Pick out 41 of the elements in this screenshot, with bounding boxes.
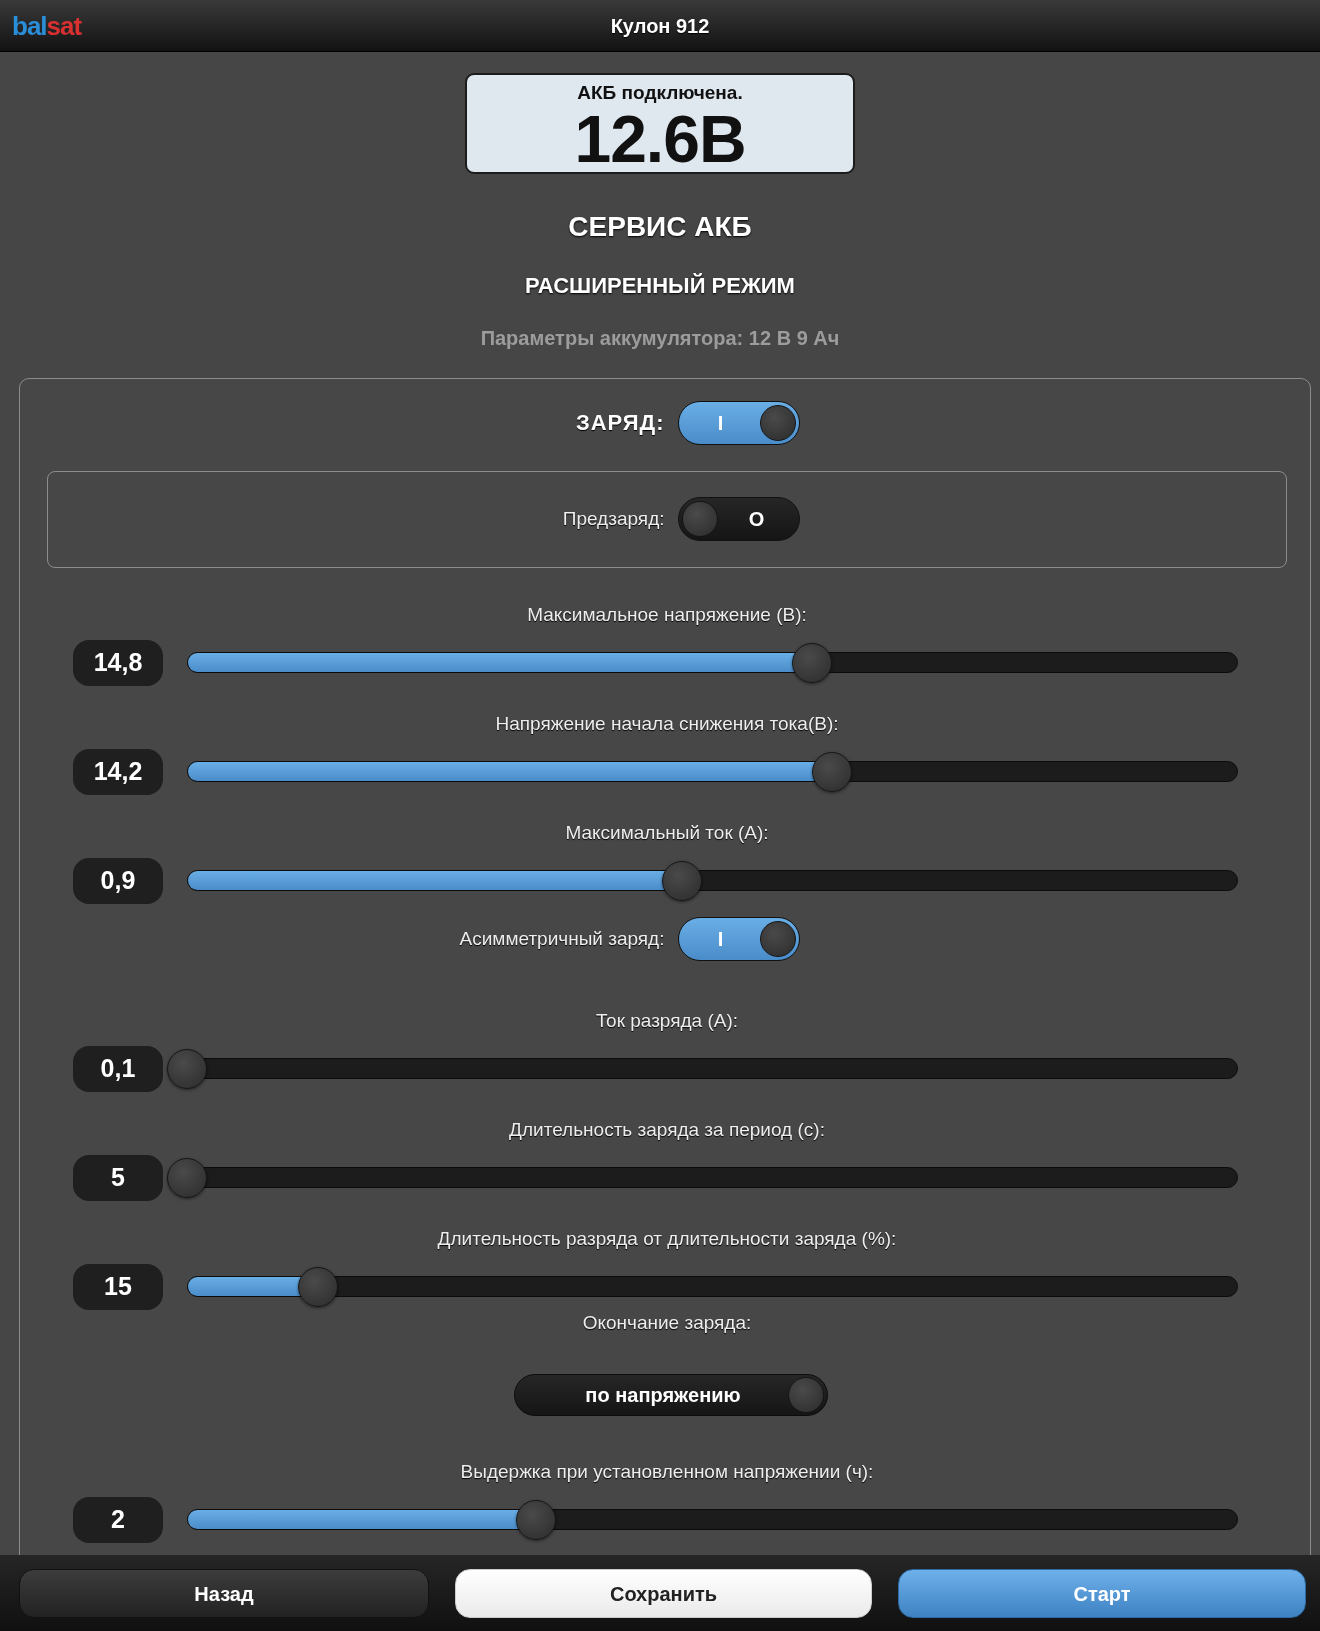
slider-label: Выдержка при установленном напряжении (ч):	[460, 1461, 874, 1482]
battery-info: Параметры аккумулятора: 12 В 9 Ач	[480, 325, 840, 351]
toggle-thumb[interactable]	[759, 404, 796, 441]
slider-label: Длительность разряда от длительности заряда (%):	[437, 1228, 897, 1249]
toggle-switch[interactable]: O	[677, 497, 800, 542]
value-field[interactable]: 2	[73, 1496, 163, 1543]
footer-button[interactable]: Назад	[19, 1569, 429, 1618]
select-switch[interactable]: по напряжению	[514, 1373, 828, 1416]
logo-text: sat	[46, 12, 82, 39]
page-heading: СЕРВИС АКБ	[568, 209, 752, 244]
value-field[interactable]: 5	[73, 1154, 163, 1201]
slider-label: Максимальный ток (А):	[565, 822, 769, 843]
window-title: Кулон 912	[610, 13, 710, 39]
toggle-label: ЗАРЯД:	[575, 409, 665, 438]
slider-thumb[interactable]	[298, 1266, 339, 1307]
switch-thumb[interactable]	[788, 1376, 824, 1413]
slider-thumb[interactable]	[812, 751, 853, 792]
value-field[interactable]: 0,9	[73, 857, 163, 904]
toggle-thumb[interactable]	[681, 501, 718, 538]
slider-label: Максимальное напряжение (В):	[527, 604, 807, 625]
toggle-label: Асимметричный заряд:	[459, 926, 665, 951]
logo-text: bal	[12, 12, 47, 39]
slider-label: Напряжение начала снижения тока(В):	[495, 713, 839, 734]
slider-thumb[interactable]	[167, 1048, 207, 1089]
slider-thumb[interactable]	[662, 860, 702, 901]
value-field[interactable]: 14,8	[73, 639, 163, 686]
slider-thumb[interactable]	[515, 1499, 556, 1540]
value-field[interactable]: 14,2	[73, 748, 163, 795]
slider-thumb[interactable]	[167, 1157, 207, 1198]
value-field[interactable]: 0,1	[73, 1045, 163, 1092]
voltage-reading: 12.6В	[574, 105, 746, 172]
toggle-thumb[interactable]	[759, 920, 796, 957]
value-field[interactable]: 15	[73, 1263, 163, 1310]
mode-heading: РАСШИРЕННЫЙ РЕЖИМ	[525, 271, 795, 300]
toggle-label: Предзаряд:	[562, 507, 665, 532]
slider-label: Ток разряда (А):	[595, 1010, 739, 1031]
footer-button[interactable]: Сохранить	[455, 1569, 872, 1618]
choice-label: Окончание заряда:	[582, 1312, 752, 1333]
slider-label: Длительность заряда за период (с):	[509, 1119, 825, 1140]
status-message: АКБ подключена.	[577, 83, 743, 104]
slider-thumb[interactable]	[792, 642, 833, 683]
